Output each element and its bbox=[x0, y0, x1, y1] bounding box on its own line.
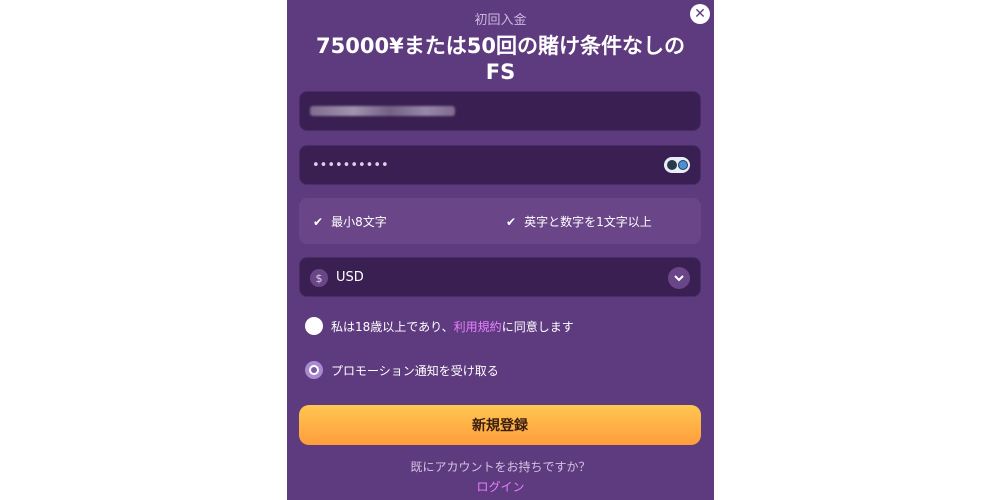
rule-letter-number: ✔ 英字と数字を1文字以上 bbox=[506, 213, 652, 230]
signup-modal: ✕ 初回入金 75000¥または50回の賭け条件なしの FS ✔ 最小8文字 ✔… bbox=[287, 0, 714, 500]
check-icon: ✔ bbox=[313, 214, 324, 229]
chevron-down-icon-svg bbox=[674, 274, 684, 281]
headline-line-1: 75000¥または50回の賭け条件なしの bbox=[316, 34, 685, 58]
lock-icon bbox=[666, 160, 677, 170]
agree-suffix: に同意します bbox=[501, 319, 574, 334]
currency-select[interactable]: $ USD bbox=[299, 257, 701, 297]
terms-link[interactable]: 利用規約 bbox=[454, 320, 502, 334]
agree-text: 私は18歳以上であり、利用規約に同意します bbox=[331, 318, 574, 335]
rule-label: 英字と数字を1文字以上 bbox=[524, 215, 652, 229]
promo-label: プロモーション通知を受け取る bbox=[331, 363, 499, 378]
rule-label: 最小8文字 bbox=[331, 215, 387, 229]
check-icon: ✔ bbox=[506, 214, 517, 229]
register-button[interactable]: 新規登録 bbox=[299, 405, 701, 445]
info-icon bbox=[677, 160, 688, 170]
modal-eyebrow: 初回入金 bbox=[474, 13, 527, 28]
chevron-down-icon[interactable] bbox=[668, 267, 690, 289]
password-field[interactable] bbox=[299, 145, 701, 185]
redacted-email-value bbox=[310, 106, 455, 116]
have-account-question: 既にアカウントをお持ちですか？ bbox=[410, 460, 591, 474]
login-link[interactable]: ログイン bbox=[287, 478, 714, 495]
rule-min-length: ✔ 最小8文字 bbox=[313, 213, 387, 230]
bonus-headline: 75000¥または50回の賭け条件なしの FS bbox=[297, 33, 704, 85]
promo-notifications-option[interactable]: プロモーション通知を受け取る bbox=[305, 361, 499, 379]
headline-line-2: FS bbox=[485, 60, 516, 84]
agree-prefix: 私は18歳以上であり、 bbox=[331, 319, 454, 334]
dollar-icon: $ bbox=[310, 269, 328, 287]
promo-radio[interactable] bbox=[305, 361, 323, 379]
email-field[interactable] bbox=[299, 91, 701, 131]
password-rules: ✔ 最小8文字 ✔ 英字と数字を1文字以上 bbox=[299, 198, 701, 244]
currency-value: USD bbox=[336, 270, 364, 285]
eye-icon[interactable] bbox=[664, 157, 690, 173]
password-input[interactable] bbox=[310, 146, 660, 184]
agree-radio[interactable] bbox=[305, 317, 323, 335]
age-terms-agreement[interactable]: 私は18歳以上であり、利用規約に同意します bbox=[305, 317, 574, 335]
